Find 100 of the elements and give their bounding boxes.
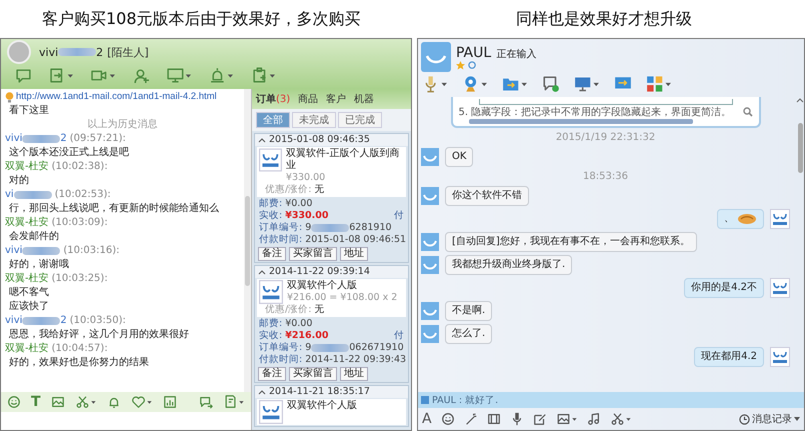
field-value: ¥0.00 bbox=[285, 318, 312, 330]
sender-name: 2 bbox=[60, 132, 67, 146]
font-button[interactable]: T bbox=[31, 394, 41, 410]
tab[interactable]: 机器 bbox=[354, 92, 374, 106]
scissors-icon[interactable] bbox=[74, 395, 97, 409]
frame-icon[interactable] bbox=[486, 412, 501, 426]
collapse-icon[interactable] bbox=[796, 97, 804, 103]
chat-arrow-icon[interactable] bbox=[199, 395, 213, 409]
filter-tab[interactable]: 未完成 bbox=[292, 112, 336, 128]
add-contact-icon[interactable] bbox=[133, 66, 150, 84]
link[interactable]: http://www.1and1-mail.com/1and1-mail-4.2.html bbox=[16, 90, 217, 104]
redacted-mark bbox=[311, 224, 350, 232]
font-button[interactable]: A bbox=[422, 411, 432, 427]
quote-separator: : bbox=[458, 394, 462, 406]
collapse-icon[interactable] bbox=[258, 389, 266, 395]
monitor-icon[interactable] bbox=[574, 75, 600, 93]
message-time: 2015/1/19 22:31:32 bbox=[554, 131, 656, 144]
redacted-mark bbox=[14, 191, 52, 199]
clock-icon bbox=[739, 414, 750, 424]
emoji-icon[interactable] bbox=[440, 412, 455, 426]
emoji-icon[interactable] bbox=[7, 395, 21, 409]
screen-share-icon[interactable] bbox=[167, 66, 192, 84]
field-value: 2015-01-08 09:46:51 bbox=[305, 234, 406, 246]
message-bubble: 你这个软件不错 bbox=[445, 186, 529, 206]
contact-name: vivi bbox=[39, 46, 58, 58]
tab[interactable]: 客户 bbox=[326, 92, 346, 106]
order-button[interactable]: 买家留言 bbox=[289, 367, 337, 381]
message-time: (10:03:09): bbox=[52, 216, 108, 230]
order-button[interactable]: 备注 bbox=[258, 367, 286, 381]
message-text: 看下这里 bbox=[8, 104, 50, 118]
document-icon[interactable] bbox=[223, 395, 245, 409]
field-value: ¥0.00 bbox=[285, 198, 312, 210]
caret-icon bbox=[794, 417, 800, 421]
product-name[interactable]: 双翼软件个人版 bbox=[287, 280, 398, 292]
apps-icon[interactable] bbox=[646, 75, 672, 93]
chart-icon[interactable] bbox=[162, 395, 177, 409]
order-button[interactable]: 备注 bbox=[258, 247, 286, 261]
music-note-icon[interactable] bbox=[586, 412, 601, 426]
message-text: 嗯不客气 bbox=[8, 286, 50, 300]
collapse-icon[interactable] bbox=[258, 137, 266, 143]
tab[interactable]: 商品 bbox=[298, 92, 318, 106]
zoom-icon[interactable] bbox=[742, 107, 752, 117]
picture-icon[interactable] bbox=[50, 395, 65, 409]
clipboard-icon[interactable] bbox=[251, 66, 276, 84]
order-button[interactable]: 买家留言 bbox=[289, 247, 337, 261]
message-time: (10:02:38): bbox=[52, 160, 108, 174]
message-bubble: 现在都用4.2 bbox=[694, 347, 764, 367]
sender-name: 双翼-杜安 bbox=[5, 160, 49, 174]
scissors-icon[interactable] bbox=[610, 412, 632, 426]
message-text: 行，那回头上线说吧，有更新的时候能给通知么 bbox=[8, 202, 220, 216]
file-transfer-icon[interactable] bbox=[49, 66, 74, 84]
avatar-icon bbox=[421, 233, 439, 251]
magic-wand-icon[interactable] bbox=[464, 412, 478, 426]
alarm-icon[interactable] bbox=[209, 66, 234, 84]
message-history-button[interactable]: 消息记录 bbox=[739, 412, 800, 426]
sender-name: vivi bbox=[5, 244, 22, 258]
collapse-icon[interactable] bbox=[258, 269, 266, 275]
message-time: (10:02:53): bbox=[54, 188, 111, 202]
message-bubble: OK bbox=[445, 147, 474, 167]
sender-name: vi bbox=[5, 188, 14, 202]
field-label: 订单编号: bbox=[259, 342, 302, 354]
order-date: 2014-11-22 09:39:14 bbox=[269, 266, 370, 278]
bell-icon[interactable] bbox=[106, 395, 121, 409]
message-bubble: 不是啊. bbox=[445, 301, 492, 321]
sender-name: vivi bbox=[5, 132, 22, 146]
quote-text: 就好了. bbox=[465, 394, 498, 406]
avatar-icon bbox=[421, 325, 439, 343]
webcam-icon[interactable] bbox=[462, 75, 488, 93]
chat-bubble-icon[interactable] bbox=[15, 66, 32, 84]
field-label: 订单编号: bbox=[259, 222, 302, 234]
scrollbar[interactable] bbox=[244, 89, 251, 392]
field-label: 付款时间: bbox=[259, 354, 302, 366]
quote-sender: PAUL bbox=[432, 394, 456, 406]
screenshot-text: 5. 隐藏字段：把记录中不常用的字段隐藏起来，界面更简洁。 bbox=[458, 106, 732, 119]
heart-icon[interactable] bbox=[130, 395, 153, 409]
tab[interactable]: 订单(3) bbox=[256, 92, 290, 106]
message-time: (10:03:50): bbox=[70, 314, 126, 328]
logo-icon bbox=[770, 278, 790, 298]
chat-add-icon[interactable] bbox=[542, 75, 560, 93]
discount-value: 无 bbox=[314, 184, 324, 195]
message-bubble: 、 bbox=[717, 209, 764, 229]
redacted-mark bbox=[311, 344, 350, 352]
field-label: 实收: bbox=[259, 210, 282, 222]
product-name[interactable]: 双翼软件-正版个人版到商业 bbox=[286, 148, 404, 172]
discount-label: 优惠/涨价: bbox=[265, 184, 312, 195]
redacted-mark bbox=[22, 317, 60, 325]
filter-tab[interactable]: 已完成 bbox=[338, 112, 382, 128]
field-value: 6281910 bbox=[349, 222, 392, 234]
message-text: 好的，效果好也是你努力的结果 bbox=[8, 356, 150, 370]
field-value: 9 bbox=[305, 342, 312, 354]
order-button[interactable]: 地址 bbox=[340, 367, 368, 381]
sender-name: vivi bbox=[5, 314, 22, 328]
field-label: 付款时间: bbox=[259, 234, 302, 246]
order-button[interactable]: 地址 bbox=[340, 247, 368, 261]
avatar-icon bbox=[421, 302, 439, 320]
message-bubble: 你用的是4.2不 bbox=[684, 278, 764, 298]
field-value: ¥330.00 bbox=[285, 210, 328, 222]
avatar-icon bbox=[7, 40, 31, 64]
image-icon[interactable] bbox=[556, 412, 578, 426]
edit-icon[interactable] bbox=[532, 412, 547, 426]
